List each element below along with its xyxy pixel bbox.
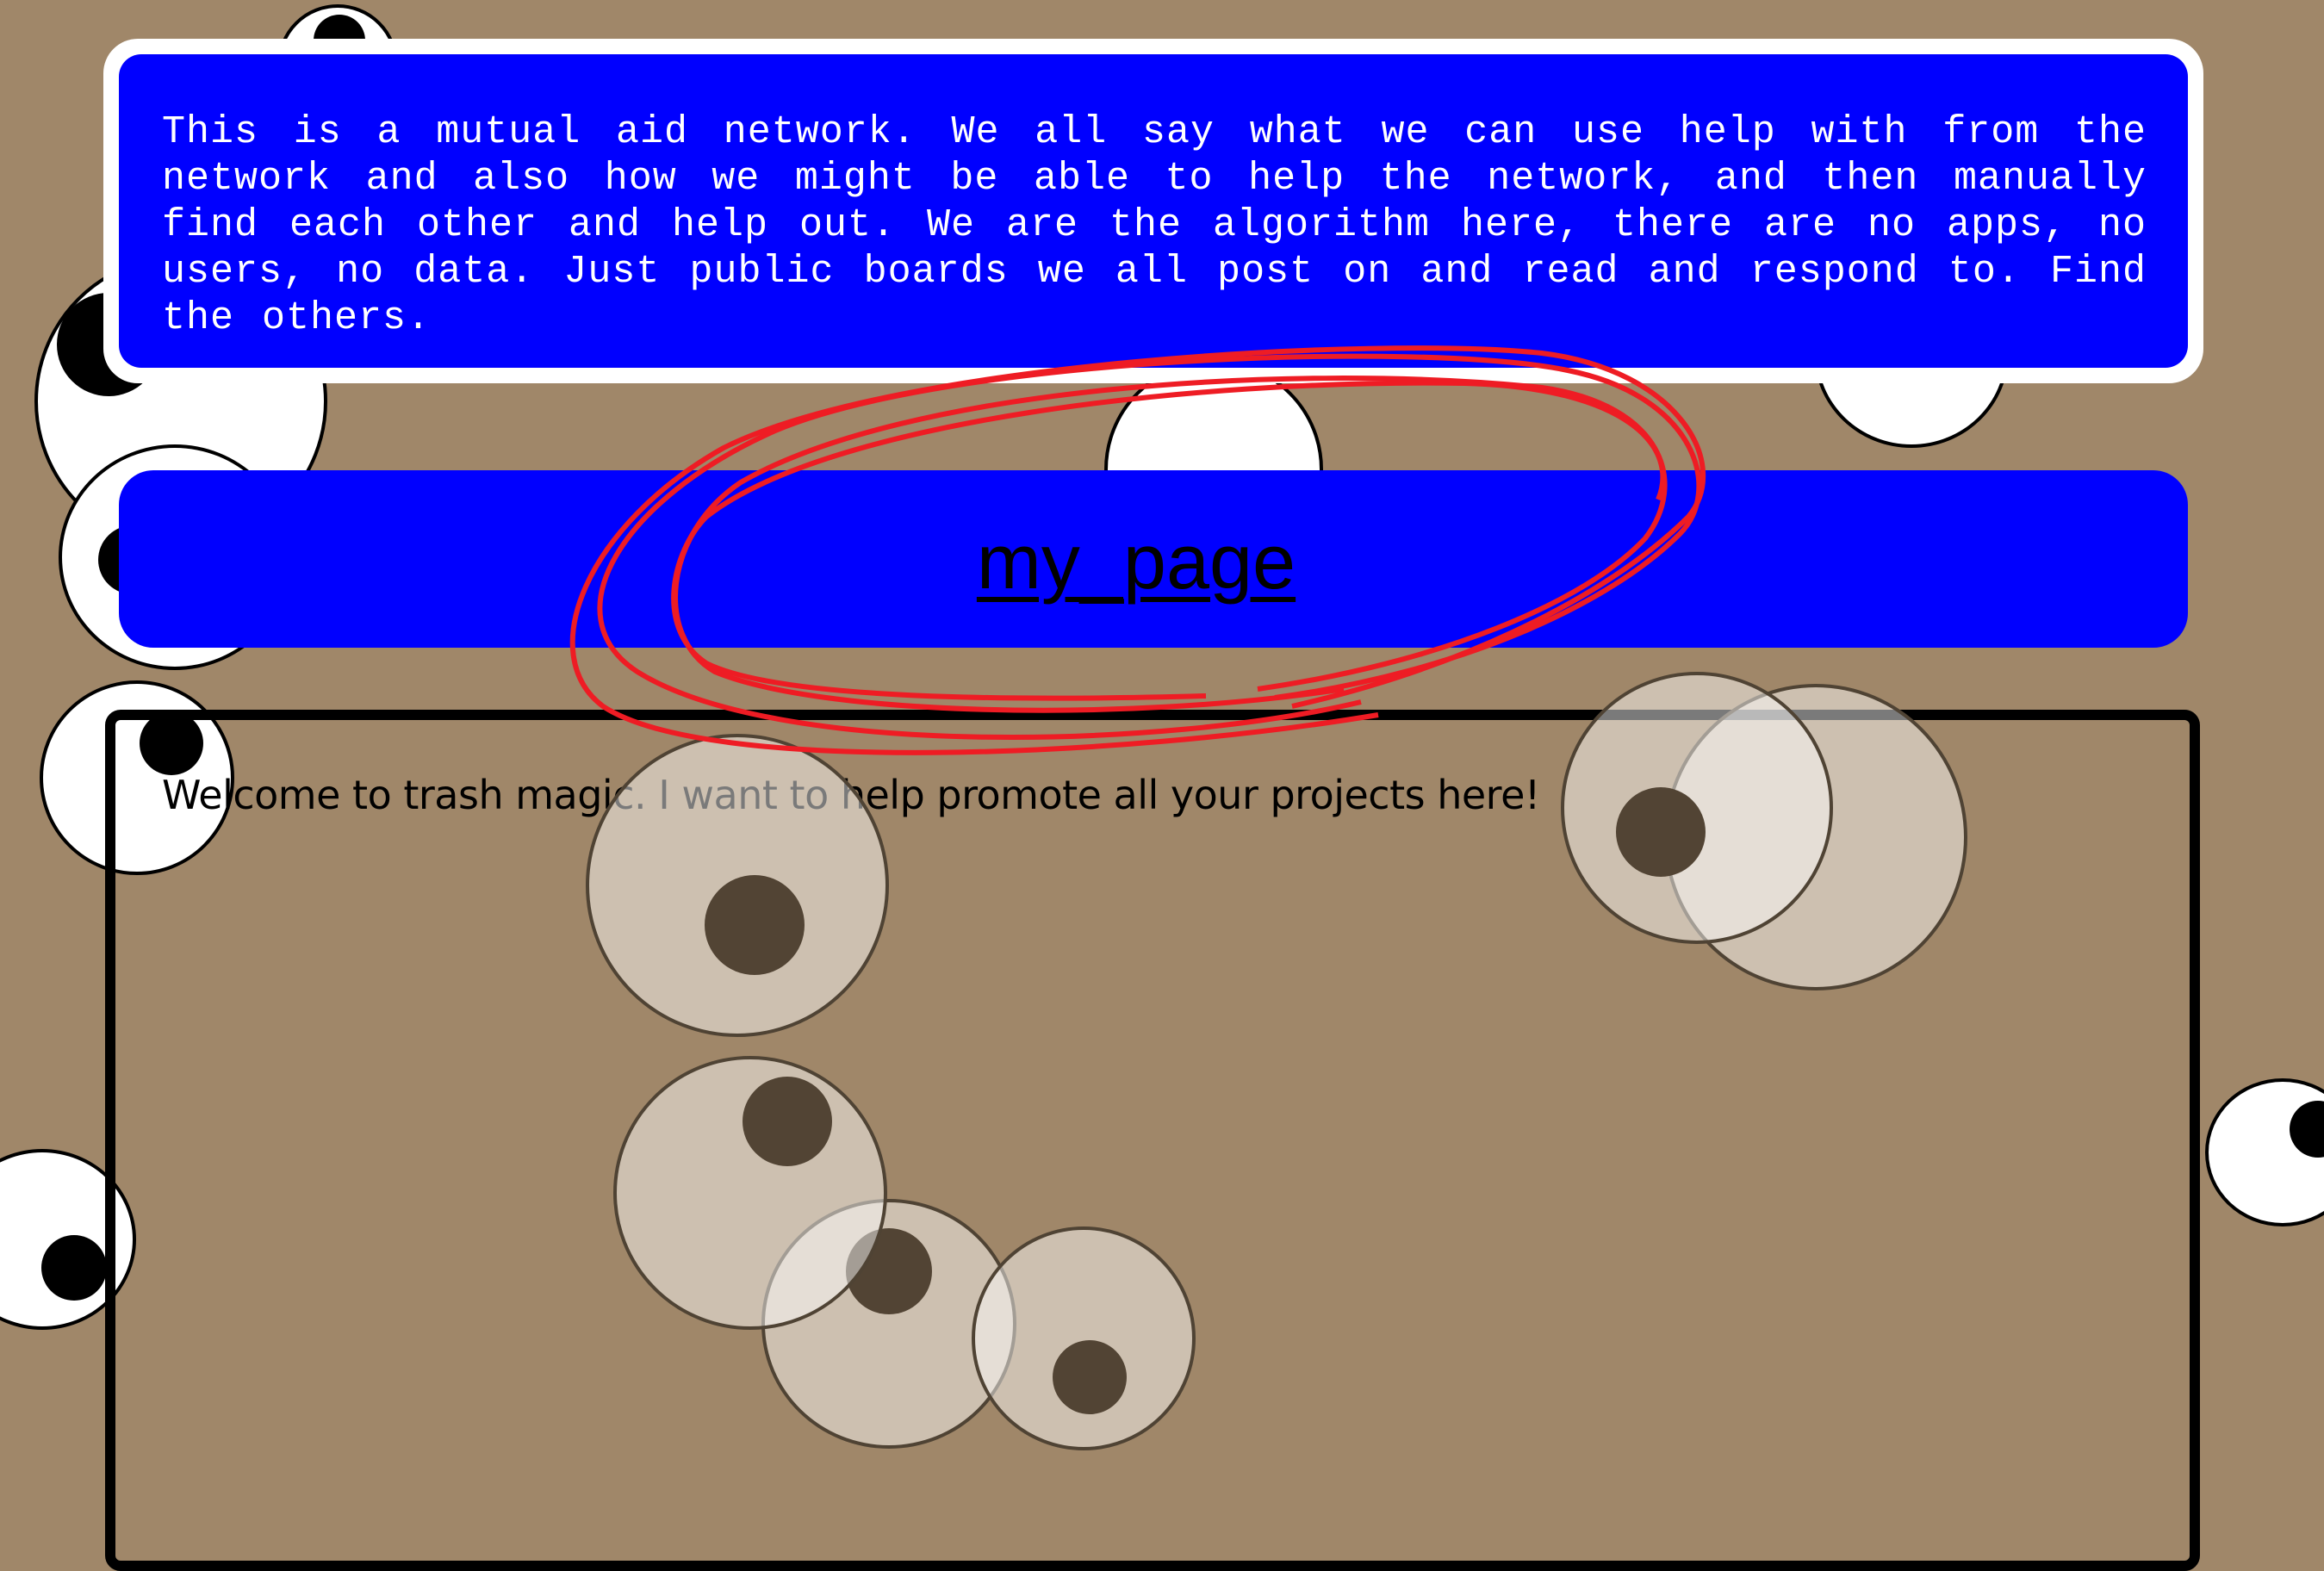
nav-bar: my_page [119,470,2188,648]
intro-panel: This is a mutual aid network. We all say… [103,39,2203,383]
intro-text: This is a mutual aid network. We all say… [119,54,2188,368]
my-page-link[interactable]: my_page [977,518,1296,607]
googly-eye-icon [2205,1078,2324,1226]
googly-eye-icon [1561,672,1833,944]
googly-eye-icon [613,1056,887,1330]
googly-eye-icon [586,734,889,1037]
googly-eye-icon [972,1226,1196,1450]
